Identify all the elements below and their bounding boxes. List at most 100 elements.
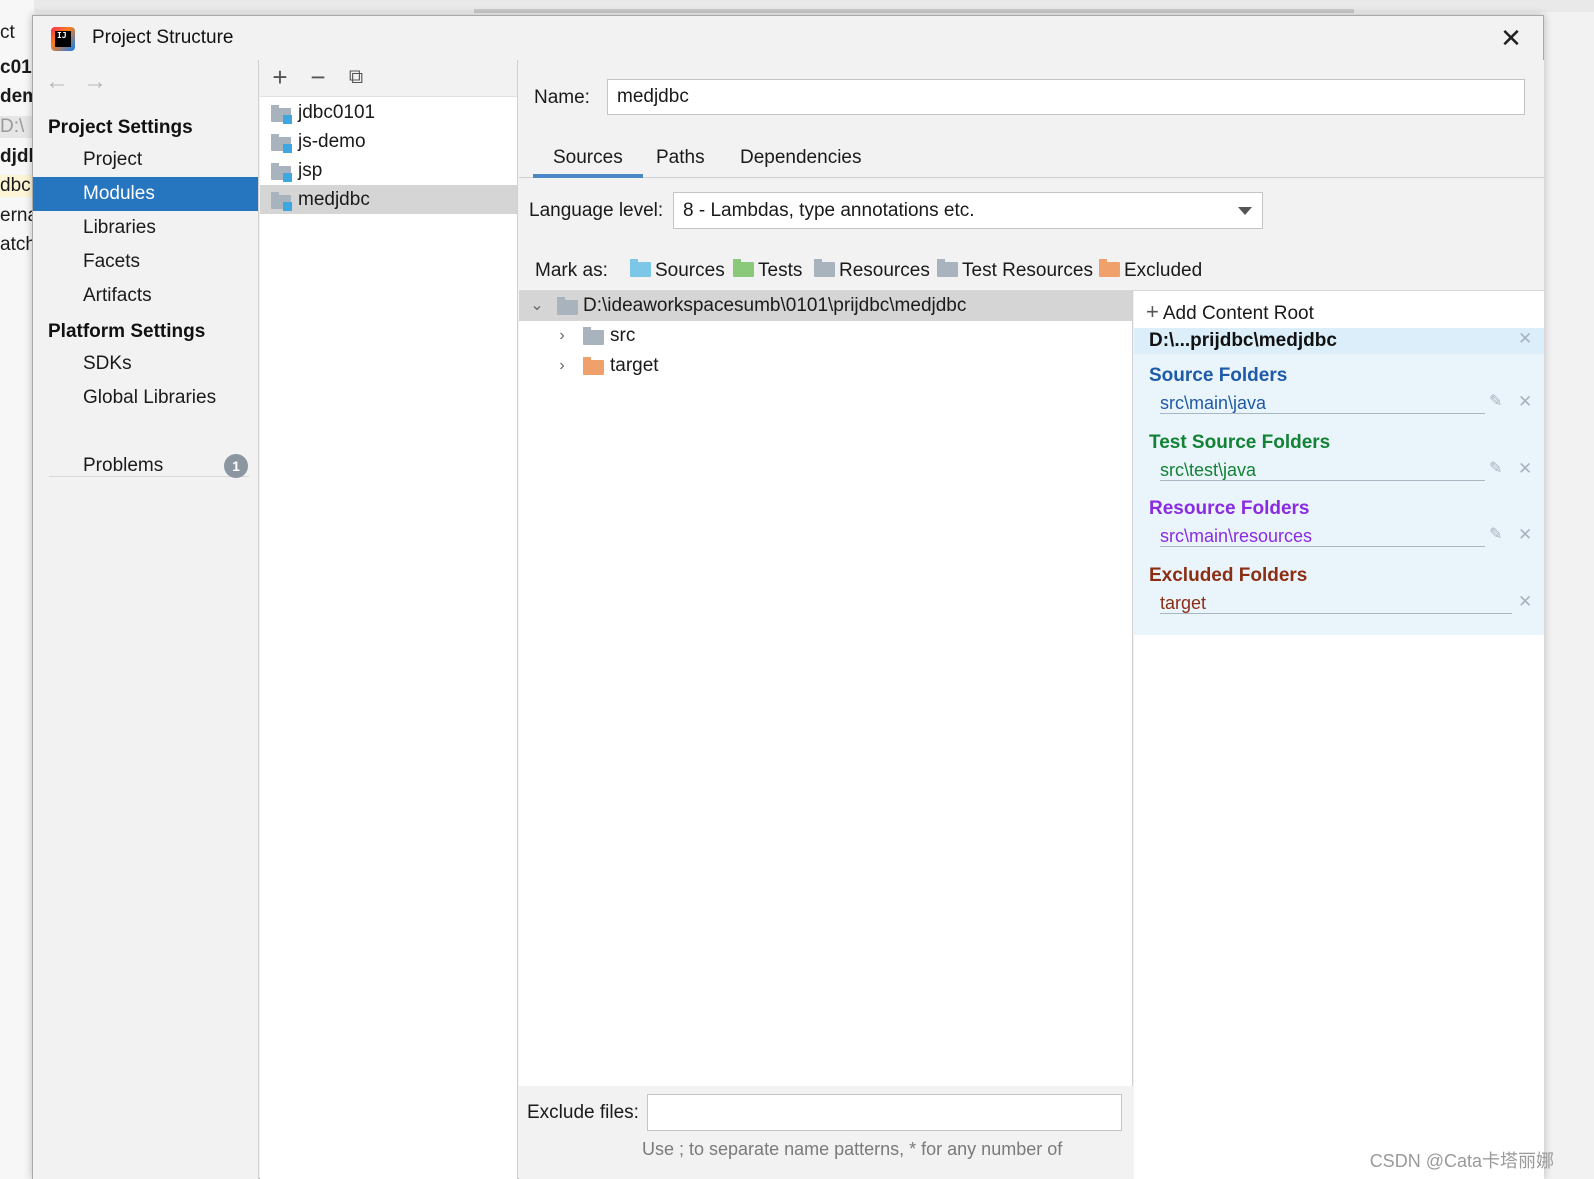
project-settings-heading: Project Settings xyxy=(48,117,193,138)
module-name: medjdbc xyxy=(298,189,370,210)
nav-item-project[interactable]: Project xyxy=(33,143,258,177)
exclude-files-hint: Use ; to separate name patterns, * for a… xyxy=(642,1139,1063,1159)
folder-icon xyxy=(557,297,578,315)
source-folder-path: src\main\java xyxy=(1160,393,1267,413)
excluded-folder-icon xyxy=(1099,259,1120,277)
module-item[interactable]: jdbc0101 xyxy=(260,98,517,127)
mark-excluded-button[interactable]: Excluded xyxy=(1099,259,1203,282)
nav-item-modules[interactable]: Modules xyxy=(33,177,258,211)
close-button[interactable]: ✕ xyxy=(1497,25,1525,53)
back-arrow-icon[interactable]: ← xyxy=(45,68,69,95)
project-structure-dialog: IJ Project Structure ✕ ← → Project Settin… xyxy=(32,15,1544,1179)
background-text: ct xyxy=(0,22,15,43)
copy-module-button[interactable]: ⧉ xyxy=(342,64,370,92)
test-source-folders-title: Test Source Folders xyxy=(1149,432,1331,453)
background-ide-panel: ct c01 dem D:\ djdl dbc erna atch xyxy=(0,0,34,1179)
nav-item-problems[interactable]: Problems 1 xyxy=(33,449,258,483)
module-detail-panel: Name: medjdbc Sources Paths Dependencies… xyxy=(519,60,1544,1179)
module-name: jdbc0101 xyxy=(298,102,376,123)
edit-pencil-icon[interactable]: ✎ xyxy=(1489,391,1502,411)
tab-dependencies[interactable]: Dependencies xyxy=(720,140,881,178)
problems-label: Problems xyxy=(83,455,164,476)
mark-label: Resources xyxy=(839,260,930,281)
folder-icon xyxy=(583,327,604,345)
module-folder-icon xyxy=(271,105,292,124)
watermark: CSDN @Cata卡塔丽娜 xyxy=(1369,1151,1554,1171)
tree-row[interactable]: › target xyxy=(519,351,1132,381)
add-content-root-button[interactable]: + Add Content Root xyxy=(1146,299,1314,325)
module-item-selected[interactable]: medjdbc xyxy=(260,185,517,214)
mark-sources-button[interactable]: Sources xyxy=(630,259,725,282)
module-folder-icon xyxy=(271,192,292,211)
resource-folders-title: Resource Folders xyxy=(1149,498,1310,519)
nav-item-facets[interactable]: Facets xyxy=(33,245,258,279)
exclude-files-area: Exclude files: Use ; to separate name pa… xyxy=(519,1086,1133,1179)
language-level-label: Language level: xyxy=(529,200,664,221)
add-module-button[interactable]: + xyxy=(266,64,294,92)
module-item[interactable]: js-demo xyxy=(260,127,517,156)
add-content-root-label: Add Content Root xyxy=(1162,303,1314,324)
content-root-path: D:\...prijdbc\medjdbc xyxy=(1134,328,1544,354)
dialog-title: Project Structure xyxy=(92,27,234,48)
background-text: c01 xyxy=(0,57,32,78)
resources-folder-icon xyxy=(814,259,835,277)
edit-pencil-icon[interactable]: ✎ xyxy=(1489,458,1502,478)
background-window-bar xyxy=(34,0,1594,13)
nav-item-sdks[interactable]: SDKs xyxy=(33,347,258,381)
exclude-files-input[interactable] xyxy=(647,1094,1122,1131)
mark-label: Excluded xyxy=(1124,260,1203,281)
mark-resources-button[interactable]: Resources xyxy=(814,259,930,282)
mark-label: Sources xyxy=(655,260,725,281)
content-root-card: D:\...prijdbc\medjdbc ✕ Source Folders s… xyxy=(1134,328,1544,635)
mark-tests-button[interactable]: Tests xyxy=(733,259,803,282)
chevron-down-icon[interactable]: ⌄ xyxy=(528,291,546,321)
chevron-right-icon[interactable]: › xyxy=(553,351,571,381)
remove-folder-icon[interactable]: ✕ xyxy=(1518,459,1532,479)
intellij-logo-icon: IJ xyxy=(51,27,75,51)
tree-root-path: D:\ideaworkspacesumb\0101\prijdbc\medjdb… xyxy=(583,295,967,316)
chevron-right-icon[interactable]: › xyxy=(553,321,571,351)
plus-icon: + xyxy=(1146,299,1159,324)
remove-folder-icon[interactable]: ✕ xyxy=(1518,592,1532,612)
tab-paths[interactable]: Paths xyxy=(636,140,725,178)
module-item[interactable]: jsp xyxy=(260,156,517,185)
edit-pencil-icon[interactable]: ✎ xyxy=(1489,524,1502,544)
modules-toolbar: + − ⧉ xyxy=(260,60,517,97)
language-level-select[interactable]: 8 - Lambdas, type annotations etc. xyxy=(673,192,1263,229)
chevron-down-icon xyxy=(1238,207,1252,215)
excluded-folder-path: target xyxy=(1160,593,1207,613)
tree-root-row[interactable]: ⌄ D:\ideaworkspacesumb\0101\prijdbc\medj… xyxy=(519,291,1132,321)
mark-as-label: Mark as: xyxy=(535,260,608,281)
module-folder-icon xyxy=(271,134,292,153)
resource-folder-path: src\main\resources xyxy=(1160,526,1313,546)
settings-nav: ← → Project Settings Project Modules Libr… xyxy=(33,60,259,1179)
platform-settings-heading: Platform Settings xyxy=(48,321,206,342)
tree-row[interactable]: › src xyxy=(519,321,1132,351)
test-source-folder-path: src\test\java xyxy=(1160,460,1257,480)
modules-list-panel: + − ⧉ jdbc0101 js-demo jsp medjdbc xyxy=(260,60,518,1179)
test-resources-folder-icon xyxy=(937,259,958,277)
tests-folder-icon xyxy=(733,259,754,277)
module-folder-icon xyxy=(271,163,292,182)
name-label: Name: xyxy=(534,87,590,108)
folder-tree: ⌄ D:\ideaworkspacesumb\0101\prijdbc\medj… xyxy=(519,291,1133,1086)
remove-module-button[interactable]: − xyxy=(304,64,332,92)
forward-arrow-icon[interactable]: → xyxy=(83,68,107,95)
module-name-field[interactable]: medjdbc xyxy=(607,79,1525,115)
nav-item-libraries[interactable]: Libraries xyxy=(33,211,258,245)
nav-item-global-libraries[interactable]: Global Libraries xyxy=(33,381,258,415)
nav-item-artifacts[interactable]: Artifacts xyxy=(33,279,258,313)
dialog-titlebar: IJ Project Structure ✕ xyxy=(33,16,1543,60)
mark-label: Test Resources xyxy=(962,260,1093,281)
remove-folder-icon[interactable]: ✕ xyxy=(1518,525,1532,545)
module-name: js-demo xyxy=(298,131,366,152)
problems-count-badge: 1 xyxy=(224,454,248,478)
mark-test-resources-button[interactable]: Test Resources xyxy=(937,259,1093,282)
remove-content-root-icon[interactable]: ✕ xyxy=(1518,329,1532,349)
background-text: dem xyxy=(0,86,34,107)
background-text: dbc xyxy=(0,175,34,197)
exclude-files-label: Exclude files: xyxy=(527,1102,639,1123)
mark-label: Tests xyxy=(758,260,803,281)
tab-sources[interactable]: Sources xyxy=(533,140,643,178)
remove-folder-icon[interactable]: ✕ xyxy=(1518,392,1532,412)
